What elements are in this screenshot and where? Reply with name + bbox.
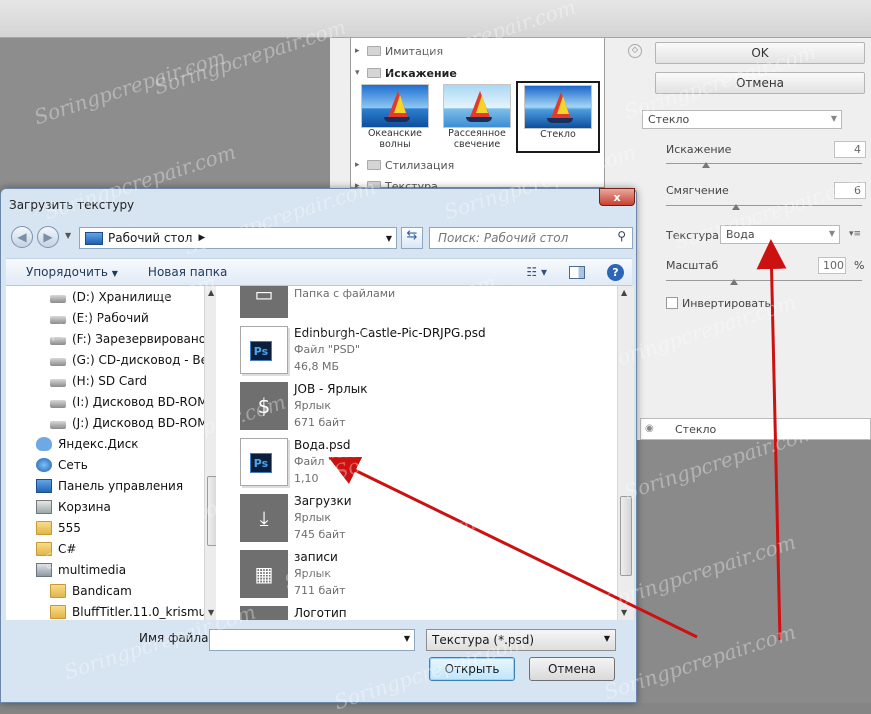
arrow-to-texture bbox=[756, 239, 787, 641]
arrow-to-file bbox=[328, 457, 698, 639]
annotation-arrows bbox=[328, 239, 787, 641]
